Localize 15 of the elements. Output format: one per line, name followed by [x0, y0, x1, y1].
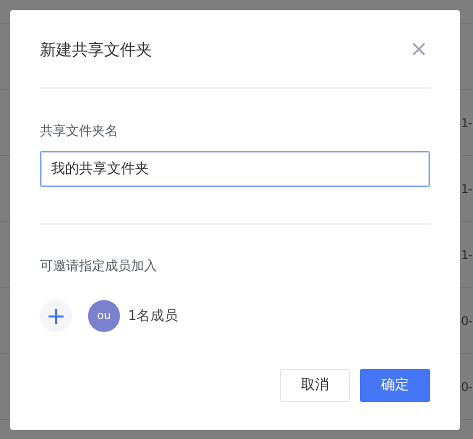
table-cell-text: 1-: [461, 180, 472, 198]
invite-label: 可邀请指定成员加入: [40, 258, 158, 276]
cancel-button[interactable]: 取消: [280, 369, 350, 402]
member-count: 1名成员: [128, 306, 179, 326]
dialog-title: 新建共享文件夹: [40, 39, 152, 61]
add-member-button[interactable]: +: [40, 300, 72, 332]
member-avatar: ou: [88, 300, 120, 332]
table-cell-text: 1-: [461, 114, 472, 132]
folder-name-field[interactable]: 我的共享文件夹: [40, 150, 430, 186]
table-cell-text: 1-: [461, 246, 472, 264]
confirm-button[interactable]: 确定: [360, 369, 430, 402]
field-label: 共享文件夹名: [40, 123, 119, 141]
close-button[interactable]: ×: [408, 39, 430, 61]
table-cell-text: 0-: [461, 378, 472, 396]
table-cell-text: 0-: [461, 312, 472, 330]
